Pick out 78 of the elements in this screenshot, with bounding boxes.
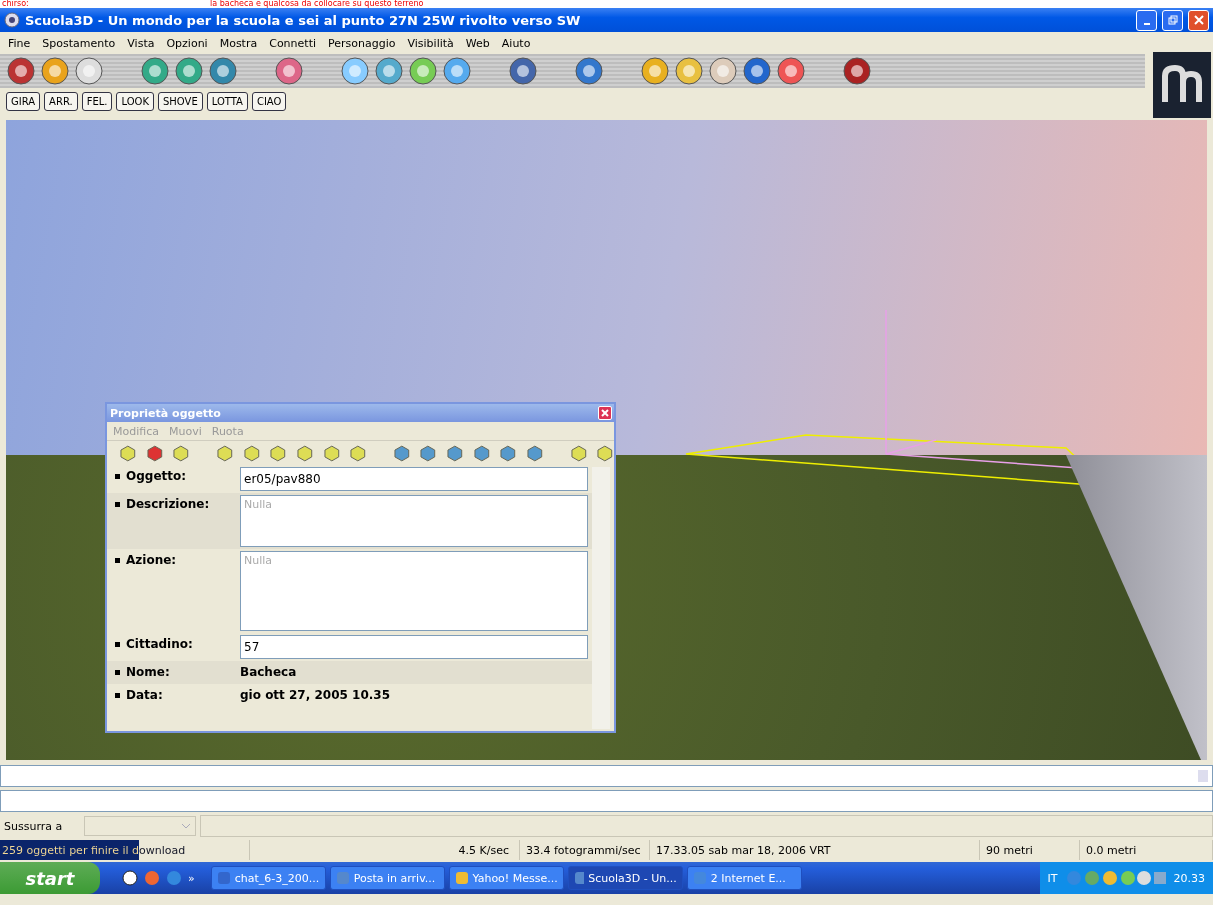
app-icon xyxy=(335,871,350,885)
action-button[interactable]: LOOK xyxy=(116,92,154,111)
status-text: 90 metri xyxy=(980,840,1080,860)
status-text: 4.5 K/sec xyxy=(250,840,520,860)
menu-item[interactable]: Personaggio xyxy=(328,36,396,50)
chevron-down-icon xyxy=(181,822,191,830)
bullet-icon xyxy=(115,558,120,563)
app-icon xyxy=(454,871,469,885)
input-field[interactable] xyxy=(0,790,1213,812)
cube-icon[interactable] xyxy=(119,444,137,462)
taskbar-button[interactable]: chat_6-3_200... xyxy=(210,866,326,890)
text-area[interactable]: Nulla xyxy=(240,495,588,547)
minimize-button[interactable] xyxy=(1136,9,1157,31)
field-value: gio ott 27, 2005 10.35 xyxy=(240,687,390,704)
app-icon xyxy=(573,871,585,885)
restore-button[interactable] xyxy=(1162,9,1183,31)
scrollbar[interactable] xyxy=(592,467,610,729)
input-field[interactable]: er05/pav880 xyxy=(240,467,588,491)
action-button[interactable]: CIAO xyxy=(251,92,287,111)
menu-item[interactable]: Mostra xyxy=(219,36,258,50)
cube-icon[interactable] xyxy=(569,444,588,462)
field-label: Cittadino: xyxy=(126,636,194,651)
cube-icon[interactable] xyxy=(215,444,234,462)
cube-icon[interactable] xyxy=(295,444,314,462)
field-label: Oggetto: xyxy=(126,468,188,483)
cube-icon[interactable] xyxy=(172,444,190,462)
field-value: Bacheca xyxy=(240,664,297,681)
input-field[interactable]: 57 xyxy=(240,635,588,659)
bullet-icon xyxy=(115,670,120,675)
chat-field[interactable] xyxy=(0,765,1213,787)
field-label: Azione: xyxy=(126,552,178,567)
taskbar-button[interactable]: Scuola3D - Un... xyxy=(567,866,683,890)
status-text: 0.0 metri xyxy=(1080,840,1213,860)
menu-item[interactable]: Connetti xyxy=(269,36,316,50)
logo-icon xyxy=(1153,52,1211,118)
menu-item[interactable]: Opzioni xyxy=(166,36,208,50)
app-logo-icon xyxy=(4,12,20,28)
action-button[interactable]: LOTTA xyxy=(206,92,248,111)
menu-item[interactable]: Aiuto xyxy=(501,36,531,50)
taskbar-button[interactable]: Yahoo! Messe... xyxy=(448,866,564,890)
action-button[interactable]: SHOVE xyxy=(158,92,203,111)
more-button[interactable]: » xyxy=(188,871,195,885)
close-button[interactable] xyxy=(598,406,612,420)
clock: 20.33 xyxy=(1173,871,1205,885)
window-title: Scuola3D - Un mondo per la scuola e sei al punto 27N 25W rivolto verso SW xyxy=(25,12,581,28)
bullet-icon xyxy=(115,502,120,507)
minimize-icon xyxy=(1143,23,1150,25)
dialog-title: Proprietà oggetto xyxy=(110,406,221,420)
cube-icon[interactable] xyxy=(242,444,261,462)
menu-item[interactable]: Fine xyxy=(8,36,31,50)
restore-icon xyxy=(1167,15,1178,25)
cube-icon[interactable] xyxy=(269,444,287,462)
action-button[interactable]: GIRA xyxy=(6,92,41,111)
taskbar-button[interactable]: Posta in arriv... xyxy=(329,866,445,890)
action-button[interactable]: FEL. xyxy=(81,92,113,111)
menu-item[interactable]: Spostamento xyxy=(42,36,116,50)
whisper-label: Sussurra a xyxy=(4,819,64,833)
field-label: Nome: xyxy=(126,664,171,679)
note-text: chirso: xyxy=(2,0,30,8)
input-field[interactable] xyxy=(200,815,1213,837)
status-text: 33.4 fotogrammi/sec xyxy=(520,840,650,860)
bullet-icon xyxy=(115,474,120,479)
field-label: Data: xyxy=(126,687,164,702)
app-icon xyxy=(216,871,231,885)
field-label: Descrizione: xyxy=(126,496,211,511)
status-text: 17.33.05 sab mar 18, 2006 VRT xyxy=(650,840,980,860)
taskbar-button[interactable]: 2 Internet E... xyxy=(686,866,802,890)
menu-item[interactable]: Visibilità xyxy=(407,36,454,50)
menu-item[interactable]: Web xyxy=(465,36,490,50)
bullet-icon xyxy=(115,693,120,698)
action-button[interactable]: ARR. xyxy=(44,92,78,111)
tray-icons[interactable] xyxy=(1065,870,1166,886)
menu-item[interactable]: Vista xyxy=(127,36,155,50)
text-area[interactable]: Nulla xyxy=(240,551,588,631)
cube-icon[interactable] xyxy=(596,444,614,462)
note-text: la bacheca e qualcosa da collocare su questo terreno xyxy=(210,0,424,8)
close-button[interactable] xyxy=(1188,9,1209,31)
bullet-icon xyxy=(115,642,120,647)
